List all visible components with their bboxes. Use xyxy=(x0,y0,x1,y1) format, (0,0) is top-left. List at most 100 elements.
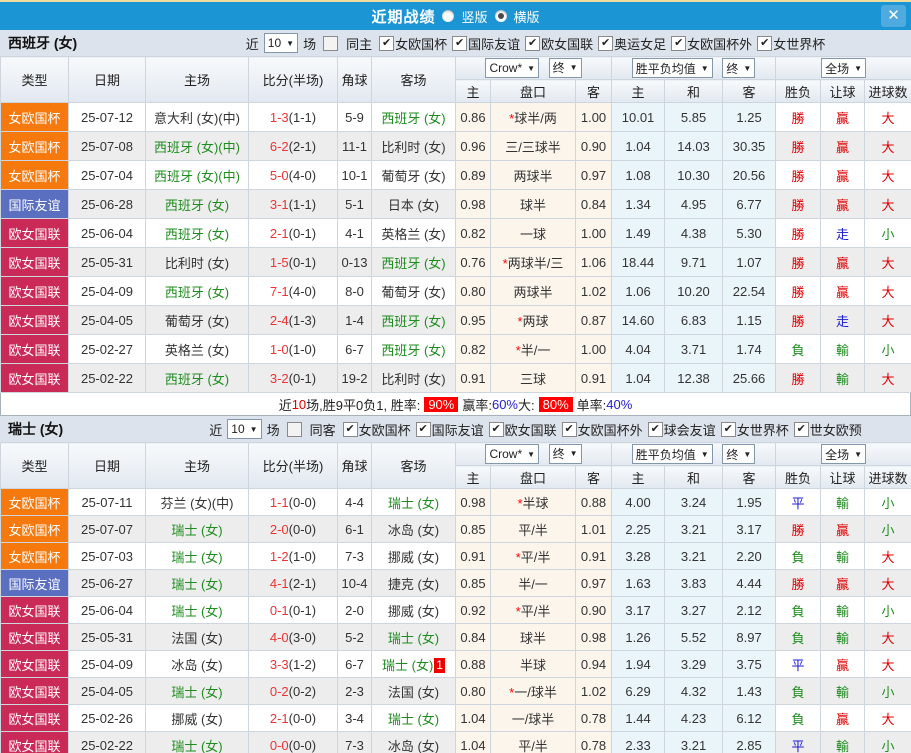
asian-odds-home: 0.98 xyxy=(455,189,491,219)
match-score: 1-1(0-0) xyxy=(248,488,338,516)
asian-odds-home: 0.88 xyxy=(455,650,491,678)
col-header-corner: 角球 xyxy=(337,442,372,489)
result-outcome: 勝 xyxy=(775,305,822,335)
chevron-down-icon: ▼ xyxy=(854,449,862,459)
avg-odds-draw: 3.21 xyxy=(664,731,724,753)
match-date: 25-06-28 xyxy=(68,189,146,219)
chevron-down-icon: ▼ xyxy=(743,63,752,73)
avg-odds-draw: 10.30 xyxy=(664,160,724,190)
final-odds-select[interactable]: 终 ▼ xyxy=(548,443,582,464)
chevron-down-icon: ▼ xyxy=(527,63,536,73)
asian-handicap: 球半 xyxy=(490,623,576,651)
competition-checkbox[interactable] xyxy=(793,421,809,437)
asian-odds-away: 0.88 xyxy=(574,488,613,516)
final-odds-select[interactable]: 终 ▼ xyxy=(548,57,582,78)
competition-checkbox[interactable] xyxy=(342,421,358,437)
fullmatch-select[interactable]: 全场 ▼ xyxy=(821,444,866,464)
result-handicap: 輸 xyxy=(820,542,866,570)
same-venue-checkbox[interactable] xyxy=(286,421,302,437)
recent-count-select[interactable]: 10 ▼ xyxy=(227,419,262,439)
match-score: 5-0(4-0) xyxy=(248,160,338,190)
asian-odds-home: 0.85 xyxy=(455,515,491,543)
corner-score: 3-4 xyxy=(337,704,372,732)
team-section-spain: 西班牙 (女) 近 10▼ 场 同主 女欧国杯国际友谊欧女国联奥运女足女欧国杯外… xyxy=(0,30,911,416)
fullmatch-select[interactable]: 全场 ▼ xyxy=(821,58,866,78)
competition-checkbox[interactable] xyxy=(379,35,395,51)
competition-checkbox[interactable] xyxy=(598,35,614,51)
asian-handicap: *一/球半 xyxy=(490,677,576,705)
asian-odds-away: 0.91 xyxy=(574,542,613,570)
match-date: 25-02-26 xyxy=(68,704,146,732)
home-team: 西班牙 (女) xyxy=(145,189,249,219)
avg-odds-away: 25.66 xyxy=(722,363,777,393)
asian-odds-home: 0.80 xyxy=(455,276,491,306)
away-team: 瑞士 (女) 1 xyxy=(371,650,456,678)
result-outcome: 負 xyxy=(775,334,822,364)
asian-odds-home: 0.95 xyxy=(455,305,491,335)
match-type-badge: 欧女国联 xyxy=(0,623,69,651)
corner-score: 5-1 xyxy=(337,189,372,219)
result-goals: 小 xyxy=(864,218,911,248)
home-team: 芬兰 (女)(中) xyxy=(145,488,249,516)
result-outcome: 勝 xyxy=(775,160,822,190)
competition-checkbox[interactable] xyxy=(415,421,431,437)
competition-checkbox[interactable] xyxy=(647,421,663,437)
crow-odds-select[interactable]: Crow* ▼ xyxy=(485,444,540,465)
match-score: 2-1(0-0) xyxy=(248,704,338,732)
match-score: 1-3(1-1) xyxy=(248,102,338,132)
final-wdl-select[interactable]: 终 ▼ xyxy=(722,444,756,464)
corner-score: 6-7 xyxy=(337,334,372,364)
result-outcome: 負 xyxy=(775,623,822,651)
subcol-avg-draw: 和 xyxy=(664,79,724,103)
competition-checkbox[interactable] xyxy=(525,35,541,51)
halftime-score: (1-0) xyxy=(288,341,317,357)
fulltime-score: 1-5 xyxy=(269,254,289,270)
asian-odds-home: 1.04 xyxy=(455,731,491,753)
final-wdl-value: 终 xyxy=(726,61,739,76)
asian-odds-home: 0.86 xyxy=(455,102,491,132)
same-venue-checkbox[interactable] xyxy=(323,35,339,51)
avg-odds-draw: 5.52 xyxy=(664,623,724,651)
away-team-name: 比利时 (女) xyxy=(381,371,446,387)
result-outcome: 勝 xyxy=(775,131,822,161)
corner-score: 8-0 xyxy=(337,276,372,306)
fulltime-score: 0-0 xyxy=(269,737,289,753)
handicap-value: 两球半 xyxy=(513,284,553,300)
fullmatch-select-group: 全场 ▼ xyxy=(775,442,911,466)
wdl-average-select[interactable]: 胜平负均值 ▼ xyxy=(631,444,713,464)
asian-handicap: *两球 xyxy=(490,305,576,335)
competition-checkbox[interactable] xyxy=(720,421,736,437)
result-outcome: 勝 xyxy=(775,189,822,219)
avg-odds-home: 6.29 xyxy=(611,677,666,705)
competition-filter-list: 女欧国杯 国际友谊 欧女国联 女欧国杯外 球会友谊 女世界杯 世女欧预 xyxy=(338,420,862,439)
away-team-name: 法国 (女) xyxy=(387,684,440,700)
competition-checkbox[interactable] xyxy=(671,35,687,51)
col-header-away: 客场 xyxy=(371,56,456,103)
match-type-badge: 国际友谊 xyxy=(0,189,69,219)
match-type-badge: 女欧国杯 xyxy=(0,131,69,161)
asian-odds-away: 0.94 xyxy=(574,650,613,678)
crow-odds-select[interactable]: Crow* ▼ xyxy=(485,58,540,79)
close-button[interactable]: ✕ xyxy=(881,5,906,27)
handicap-value: 两球半/三 xyxy=(507,255,564,271)
match-row: 欧女国联 25-04-05 葡萄牙 (女) 2-4(1-3) 1-4 西班牙 (女) 0.9… xyxy=(0,305,911,335)
recent-count-select[interactable]: 10 ▼ xyxy=(263,33,299,53)
competition-checkbox[interactable] xyxy=(757,35,773,51)
result-goals: 大 xyxy=(864,363,911,393)
competition-checkbox[interactable] xyxy=(452,35,468,51)
away-team-name: 捷克 (女) xyxy=(387,576,440,592)
competition-checkbox[interactable] xyxy=(561,421,577,437)
final-wdl-select[interactable]: 终 ▼ xyxy=(722,58,756,78)
horizontal-layout-radio[interactable] xyxy=(494,10,507,22)
halftime-score: (1-1) xyxy=(288,109,317,125)
competition-checkbox[interactable] xyxy=(488,421,504,437)
halftime-score: (0-1) xyxy=(288,225,317,241)
games-label: 场 xyxy=(266,422,280,438)
vertical-layout-radio[interactable] xyxy=(442,10,455,22)
wdl-average-select[interactable]: 胜平负均值 ▼ xyxy=(631,58,713,78)
away-team: 西班牙 (女) xyxy=(371,247,456,277)
subcol-odds-away: 客 xyxy=(574,465,613,489)
wdl-average-value: 胜平负均值 xyxy=(635,447,696,462)
home-team: 意大利 (女)(中) xyxy=(145,102,249,132)
avg-odds-draw: 3.21 xyxy=(664,515,724,543)
